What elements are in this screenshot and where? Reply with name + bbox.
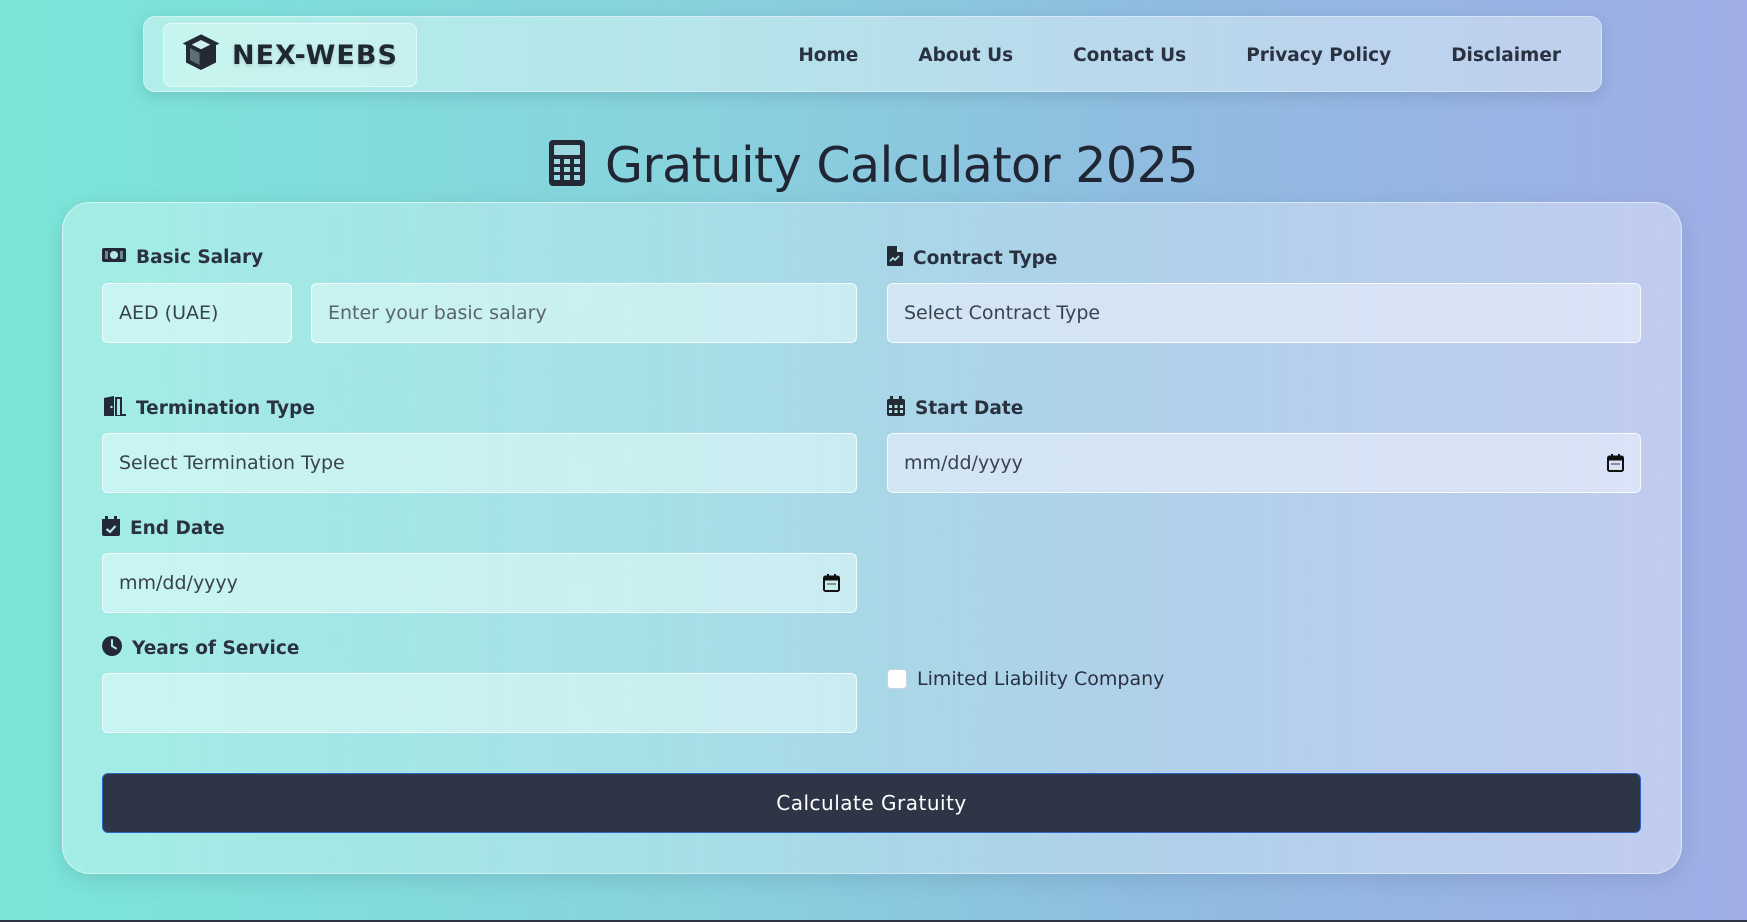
llc-label: Limited Liability Company bbox=[917, 668, 1165, 690]
calendar-icon bbox=[887, 396, 905, 421]
door-icon bbox=[102, 396, 126, 421]
brand-name: NEX-WEBS bbox=[232, 39, 398, 71]
nav-about-us[interactable]: About Us bbox=[918, 45, 1013, 66]
nav-links: Home About Us Contact Us Privacy Policy … bbox=[798, 17, 1561, 93]
calculator-icon bbox=[549, 140, 586, 190]
currency-select[interactable]: AED (UAE) bbox=[102, 283, 292, 343]
llc-checkbox[interactable] bbox=[887, 669, 907, 689]
nav-home[interactable]: Home bbox=[798, 45, 858, 66]
page-heading: Gratuity Calculator 2025 bbox=[605, 136, 1198, 194]
contract-type-select[interactable]: Select Contract Type bbox=[887, 283, 1641, 343]
termination-type-select[interactable]: Select Termination Type bbox=[102, 433, 857, 493]
end-date-input[interactable]: mm/dd/yyyy bbox=[102, 553, 857, 613]
basic-salary-label: Basic Salary bbox=[102, 246, 263, 269]
calendar-picker-icon[interactable] bbox=[823, 574, 840, 597]
termination-type-label: Termination Type bbox=[102, 396, 315, 421]
calculate-gratuity-button[interactable]: Calculate Gratuity bbox=[102, 773, 1641, 833]
brand-logo[interactable]: NEX-WEBS bbox=[163, 23, 417, 87]
contract-icon bbox=[887, 246, 903, 271]
years-of-service-label: Years of Service bbox=[102, 636, 299, 661]
end-date-label: End Date bbox=[102, 516, 225, 541]
contract-type-label: Contract Type bbox=[887, 246, 1057, 271]
nav-contact-us[interactable]: Contact Us bbox=[1073, 45, 1186, 66]
start-date-input[interactable]: mm/dd/yyyy bbox=[887, 433, 1641, 493]
money-icon bbox=[102, 246, 126, 269]
navbar: NEX-WEBS Home About Us Contact Us Privac… bbox=[143, 16, 1602, 92]
calendar-check-icon bbox=[102, 516, 120, 541]
start-date-label: Start Date bbox=[887, 396, 1023, 421]
llc-checkbox-row[interactable]: Limited Liability Company bbox=[887, 668, 1164, 690]
cube-icon bbox=[182, 34, 220, 76]
years-of-service-input[interactable] bbox=[102, 673, 857, 733]
clock-icon bbox=[102, 636, 122, 661]
basic-salary-input[interactable]: Enter your basic salary bbox=[311, 283, 857, 343]
calendar-picker-icon[interactable] bbox=[1607, 454, 1624, 477]
nav-privacy-policy[interactable]: Privacy Policy bbox=[1246, 45, 1391, 66]
nav-disclaimer[interactable]: Disclaimer bbox=[1451, 45, 1561, 66]
page-title: Gratuity Calculator 2025 bbox=[0, 130, 1747, 200]
